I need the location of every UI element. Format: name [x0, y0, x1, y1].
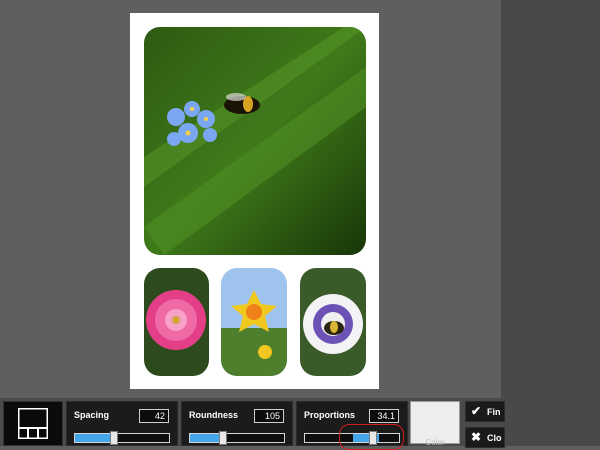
collage-canvas: [130, 13, 379, 389]
spacing-slider[interactable]: [74, 431, 170, 445]
x-icon: ✖: [471, 430, 482, 444]
layout-grid-icon: [18, 408, 48, 439]
roundness-label: Roundness: [189, 410, 239, 420]
photo-pink-dahlia[interactable]: [144, 268, 209, 376]
proportions-value-input[interactable]: 34.1: [369, 409, 399, 423]
spacing-control: Spacing 42: [66, 401, 178, 446]
roundness-slider-handle[interactable]: [219, 431, 227, 445]
spacing-label: Spacing: [74, 410, 110, 420]
roundness-slider-fill: [190, 434, 222, 442]
layout-button[interactable]: [3, 401, 63, 446]
spacing-slider-fill: [75, 434, 113, 442]
roundness-value-input[interactable]: 105: [254, 409, 284, 423]
roundness-control: Roundness 105: [181, 401, 293, 446]
spacing-value-input[interactable]: 42: [139, 409, 169, 423]
color-picker-button[interactable]: Color: [410, 401, 460, 447]
proportions-label: Proportions: [304, 410, 355, 420]
bottom-toolbar: Spacing 42 Roundness 105 Proportions 34.…: [0, 398, 505, 448]
close-label: Clo: [487, 433, 502, 443]
close-button[interactable]: ✖ Clo: [465, 427, 505, 448]
photo-daffodil[interactable]: [221, 268, 287, 376]
roundness-slider[interactable]: [189, 431, 285, 445]
right-side-panel: [501, 0, 600, 446]
finish-label: Fin: [487, 407, 501, 417]
photo-forget-me-not-bee[interactable]: [144, 27, 366, 255]
proportions-slider-highlight: [339, 424, 404, 450]
finish-button[interactable]: ✔ Fin: [465, 401, 505, 422]
photo-passion-flower[interactable]: [300, 268, 366, 376]
spacing-slider-handle[interactable]: [110, 431, 118, 445]
check-icon: ✔: [471, 404, 482, 418]
